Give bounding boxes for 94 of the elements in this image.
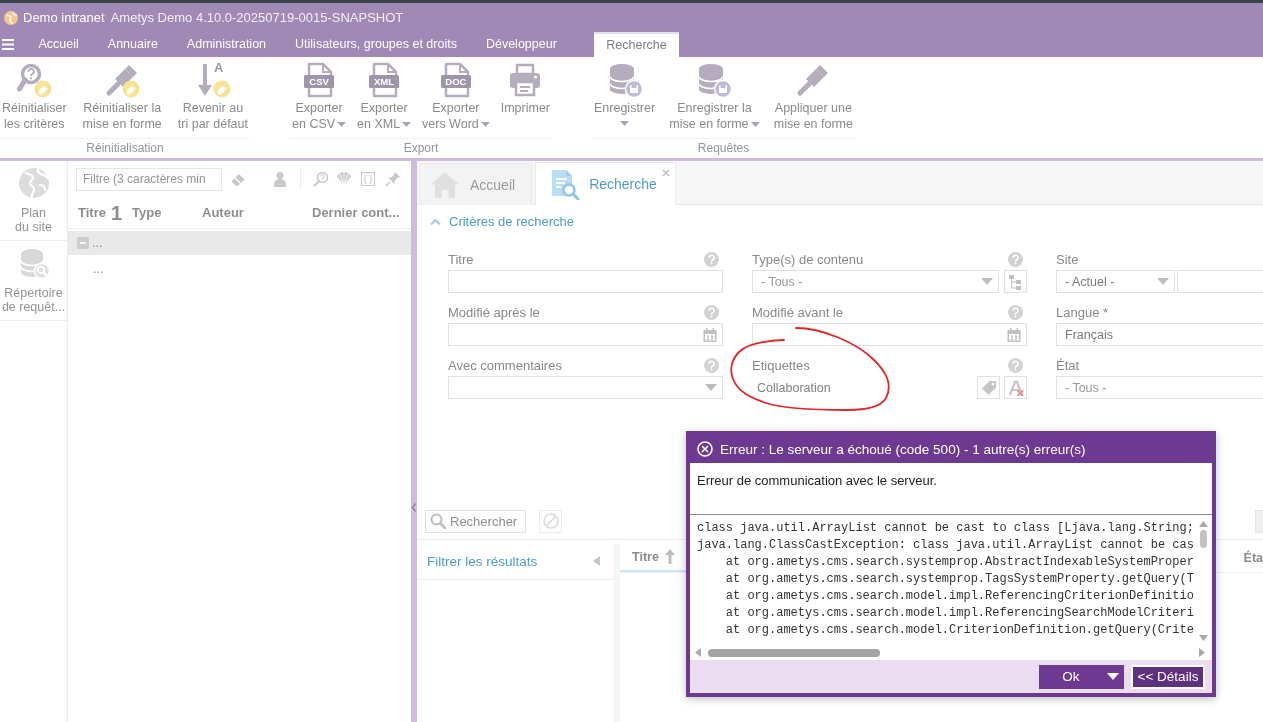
- scroll-left-icon[interactable]: [695, 648, 701, 657]
- toolbar-button[interactable]: [1255, 509, 1263, 533]
- search-icon: [430, 513, 446, 529]
- logo-icon: [4, 10, 18, 25]
- text-field[interactable]: [448, 270, 723, 293]
- menu-tab[interactable]: Développeur: [471, 32, 572, 57]
- chevron-up-icon[interactable]: [430, 218, 441, 225]
- scrollbar-thumb[interactable]: [1200, 530, 1207, 548]
- tab[interactable]: Recherche: [535, 162, 676, 205]
- ribbon-button[interactable]: A Revenir au tri par défaut: [177, 57, 248, 139]
- file-type-label: CSV: [308, 75, 330, 88]
- letter-label: A: [213, 60, 224, 75]
- scroll-down-icon[interactable]: [1199, 635, 1208, 641]
- scroll-right-icon[interactable]: [1199, 648, 1205, 657]
- field-label: Type(s) de contenu: [752, 251, 864, 267]
- close-icon[interactable]: [661, 169, 670, 177]
- column-header[interactable]: Titre 1: [68, 197, 126, 228]
- tag-icon: [980, 379, 997, 396]
- menu-tab[interactable]: Administration: [172, 32, 281, 57]
- ribbon-button[interactable]: XML Exporter en XML: [357, 57, 412, 139]
- dialog-title: Erreur : Le serveur a échoué (code 500) - 1 autre(s) erreur(s): [720, 441, 1086, 457]
- braces-box-icon[interactable]: [360, 171, 376, 187]
- error-icon: [697, 441, 713, 457]
- field-label: Site: [1056, 251, 1079, 267]
- ribbon-button[interactable]: Enregistrer: [594, 57, 656, 139]
- field-label: Titre: [448, 251, 474, 267]
- stack-trace-line: class java.util.ArrayList cannot be cast to class [Ljava.lang.String;: [697, 520, 1195, 537]
- pin-icon[interactable]: [385, 171, 401, 187]
- stack-trace-line: at org.ametys.cms.search.systemprop.TagsSystemProperty.getQuery(T: [724, 571, 1195, 588]
- details-button[interactable]: << Détails: [1131, 664, 1205, 689]
- tag-button[interactable]: [977, 376, 1000, 399]
- tree-row[interactable]: ...: [68, 231, 411, 255]
- file-type-label: DOC: [444, 75, 468, 88]
- ribbon-button[interactable]: CSV Exporter en CSV: [292, 57, 347, 139]
- sort-order-mark: 1: [110, 202, 123, 223]
- user-icon[interactable]: [272, 171, 288, 187]
- scroll-up-icon[interactable]: [1199, 521, 1208, 527]
- ribbon-button[interactable]: Enregistrer la mise en forme: [669, 57, 760, 139]
- tags-field[interactable]: Collaboration: [752, 376, 972, 399]
- globe-icon: [17, 167, 50, 199]
- tree-structure-icon: [1007, 273, 1024, 290]
- column-header[interactable]: Type: [126, 197, 196, 228]
- ribbon-button[interactable]: Imprimer: [500, 57, 550, 139]
- stack-trace-line: at org.ametys.cms.search.systemprop.AbstractIndexableSystemProper: [724, 554, 1195, 571]
- tab[interactable]: Accueil: [420, 163, 533, 205]
- file-type-label: XML: [373, 75, 396, 88]
- text-field[interactable]: Français: [1056, 323, 1263, 346]
- column-header[interactable]: Auteur: [196, 197, 306, 228]
- field-label: Etiquettes: [752, 357, 810, 373]
- stack-trace-line: java.lang.ClassCastException: class java.util.ArrayList cannot be cas: [697, 537, 1195, 554]
- column-header[interactable]: Éta: [1243, 543, 1263, 572]
- ok-button[interactable]: Ok: [1039, 664, 1124, 689]
- letter-cross-icon: [1007, 379, 1024, 396]
- field-label: Modifié après le: [448, 304, 540, 320]
- field-label: Modifié avant le: [752, 304, 844, 320]
- menu-icon[interactable]: [2, 39, 14, 50]
- clear-button[interactable]: [1004, 376, 1027, 399]
- ribbon-button[interactable]: Réinitialiser les critères: [2, 57, 67, 139]
- menu-tab[interactable]: Accueil: [24, 32, 94, 57]
- text-field[interactable]: [1177, 270, 1263, 293]
- tree-button[interactable]: [1004, 270, 1027, 293]
- search-button[interactable]: Rechercher: [425, 509, 527, 533]
- error-message: Erreur de communication avec le serveur.: [690, 463, 1212, 515]
- eraser-icon[interactable]: [230, 171, 246, 187]
- filter-field[interactable]: Filtre (3 caractères min: [76, 167, 222, 191]
- field-label: Langue *: [1056, 304, 1109, 320]
- ribbon-button[interactable]: DOC Exporter vers Word: [422, 57, 490, 139]
- scrollbar-thumb[interactable]: [708, 648, 880, 657]
- menu-tab[interactable]: Annuaire: [93, 32, 173, 57]
- collapse-icon[interactable]: [77, 237, 89, 249]
- stack-trace-line: at org.ametys.cms.search.model.impl.ReferencingCriterionDefinitio: [724, 588, 1195, 605]
- menu-tab[interactable]: Utilisateurs, groupes et droits: [280, 32, 472, 57]
- menu-tab[interactable]: Recherche: [594, 32, 679, 57]
- ribbon-button[interactable]: Réinitialiser la mise en forme: [82, 57, 162, 139]
- text-field[interactable]: - Tous -: [1056, 376, 1263, 399]
- collapse-arrow-icon[interactable]: [593, 556, 600, 566]
- stack-trace-line: at org.ametys.cms.search.model.CriterionDefinition.getQuery(Crite: [724, 622, 1195, 639]
- database-save-icon: [696, 62, 733, 98]
- magnifier-eraser-icon: [16, 62, 53, 98]
- version-label: Ametys Demo 4.10.0-20250719-0015-SNAPSHOT: [110, 10, 404, 25]
- ribbon-button[interactable]: Appliquer une mise en forme: [773, 57, 853, 139]
- panel-title: Filtrer les résultats: [427, 553, 538, 569]
- cancel-icon: [542, 513, 559, 529]
- caret-icon[interactable]: [1107, 673, 1119, 680]
- section-title[interactable]: Critères de recherche: [449, 214, 574, 229]
- field-label: État: [1056, 357, 1080, 373]
- stack-trace-line: at org.ametys.cms.search.model.impl.ReferencingSearchModelCriteri: [724, 605, 1195, 622]
- magnifier-question-icon[interactable]: [313, 171, 329, 187]
- field-label: Avec commentaires: [448, 357, 562, 373]
- brush-eraser-icon: [104, 62, 141, 98]
- app-name: Demo intranet: [23, 10, 105, 25]
- column-header[interactable]: Dernier cont...: [306, 197, 411, 228]
- tree-row[interactable]: ...: [68, 257, 411, 281]
- shell-icon[interactable]: [336, 171, 352, 187]
